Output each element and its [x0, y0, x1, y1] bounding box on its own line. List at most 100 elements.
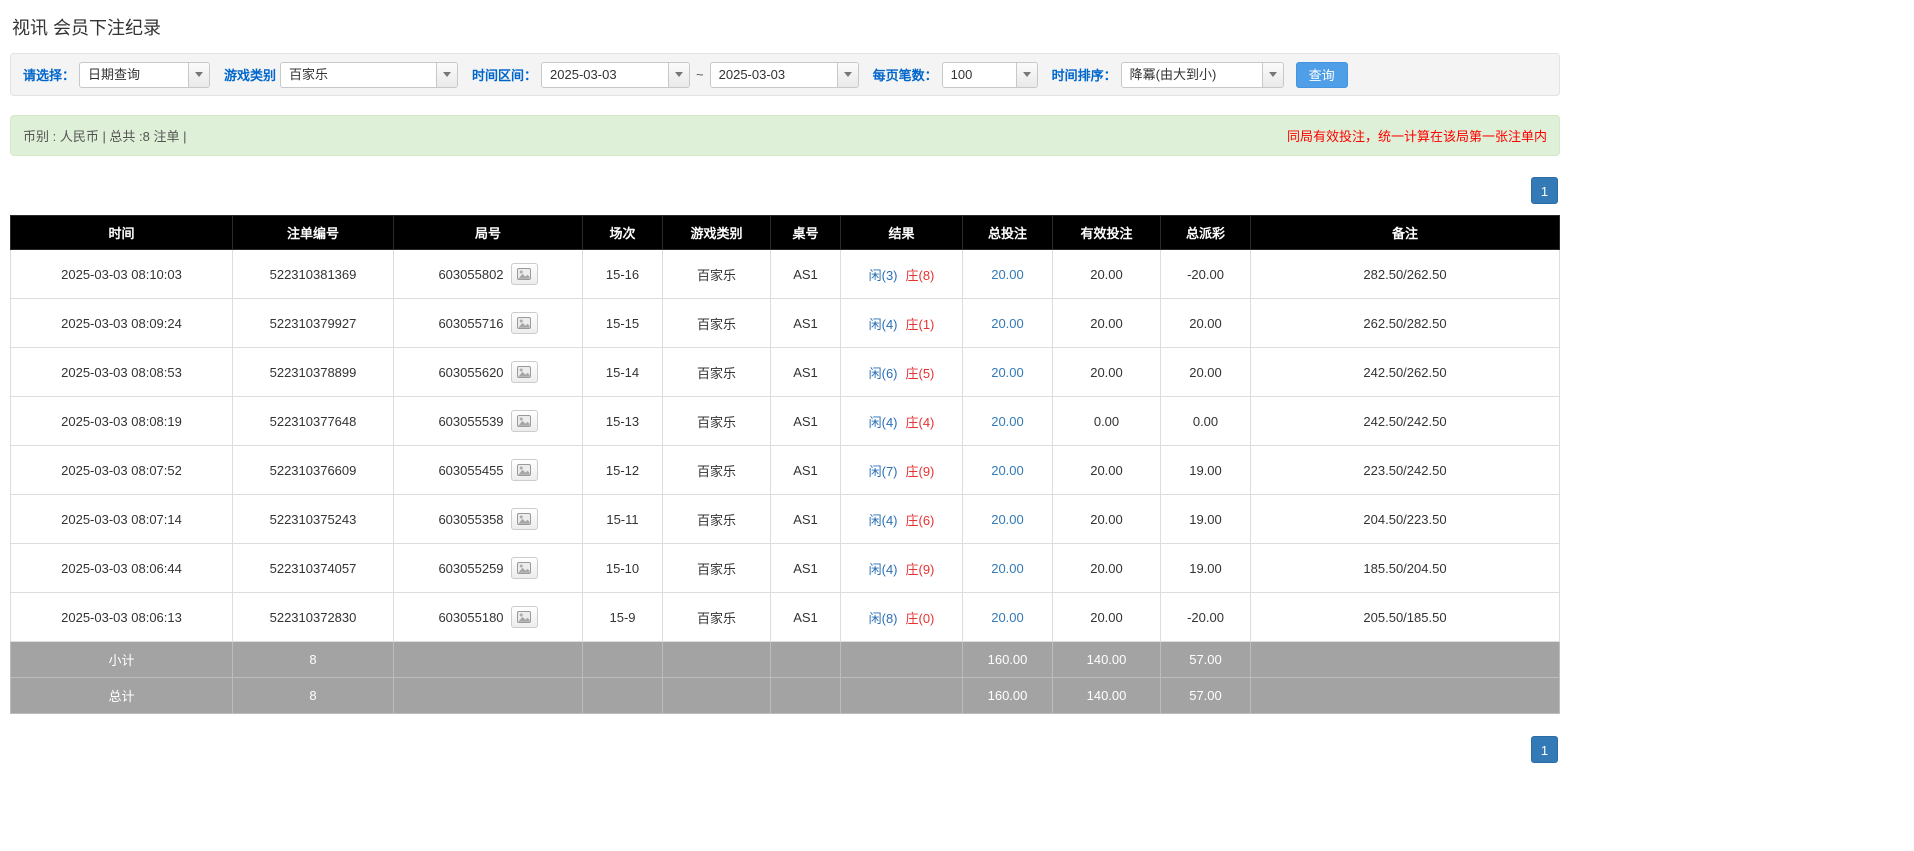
cell-result: 闲(4) 庄(6) — [840, 494, 963, 544]
cell-valid-bet: 0.00 — [1052, 396, 1161, 446]
empty-cell — [662, 677, 771, 714]
cell-result: 闲(4) 庄(9) — [840, 543, 963, 593]
page-1-button[interactable]: 1 — [1531, 736, 1558, 763]
cell-round-id: 603055620 — [393, 347, 583, 397]
select-type-label: 请选择： — [23, 68, 76, 83]
query-type-value[interactable]: 日期查询 — [80, 63, 188, 87]
date-from-select[interactable]: 2025-03-03 — [541, 61, 691, 88]
total-total-bet: 160.00 — [962, 677, 1053, 714]
column-header: 局号 — [393, 215, 583, 250]
total-bet-link[interactable]: 20.00 — [991, 316, 1024, 331]
result-player: 闲(4) — [868, 414, 898, 430]
cell-round-id: 603055180 — [393, 592, 583, 642]
result-player: 闲(4) — [868, 561, 898, 577]
cell-table-no: AS1 — [770, 396, 841, 446]
cell-payout: 20.00 — [1160, 298, 1251, 348]
subtotal-label: 小计 — [10, 641, 233, 678]
total-bet-link[interactable]: 20.00 — [991, 267, 1024, 282]
empty-cell — [393, 641, 583, 678]
result-banker: 庄(4) — [905, 414, 935, 430]
cell-game-type: 百家乐 — [662, 396, 771, 446]
date-to-value[interactable]: 2025-03-03 — [711, 63, 837, 87]
picture-icon — [517, 611, 532, 623]
sort-order-value[interactable]: 降冪(由大到小) — [1122, 63, 1262, 87]
result-player: 闲(3) — [868, 267, 898, 283]
page-size-dropdown-button[interactable] — [1015, 62, 1037, 87]
cell-payout: 19.00 — [1160, 494, 1251, 544]
table-row: 2025-03-03 08:06:13 522310372830 6030551… — [10, 592, 1560, 642]
cell-valid-bet: 20.00 — [1052, 347, 1161, 397]
total-bet-link[interactable]: 20.00 — [991, 414, 1024, 429]
cell-round-id: 603055539 — [393, 396, 583, 446]
view-round-image-button[interactable] — [510, 312, 538, 334]
cell-session: 15-15 — [582, 298, 663, 348]
cell-bet-id: 522310381369 — [232, 249, 394, 299]
cell-time: 2025-03-03 08:06:44 — [10, 543, 233, 593]
cell-game-type: 百家乐 — [662, 249, 771, 299]
cell-table-no: AS1 — [770, 298, 841, 348]
query-type-select[interactable]: 日期查询 — [79, 61, 211, 88]
total-bet-link[interactable]: 20.00 — [991, 463, 1024, 478]
date-to-select[interactable]: 2025-03-03 — [709, 61, 859, 88]
page-size-value[interactable]: 100 — [943, 63, 1016, 87]
view-round-image-button[interactable] — [510, 459, 538, 481]
game-type-dropdown-button[interactable] — [436, 62, 458, 87]
cell-round-id: 603055259 — [393, 543, 583, 593]
picture-icon — [517, 562, 532, 574]
view-round-image-button[interactable] — [510, 263, 538, 285]
view-round-image-button[interactable] — [510, 361, 538, 383]
date-to-dropdown-button[interactable] — [836, 62, 858, 87]
page-1-button[interactable]: 1 — [1531, 177, 1558, 204]
empty-cell — [770, 641, 841, 678]
total-bet-link[interactable]: 20.00 — [991, 365, 1024, 380]
cell-remark: 185.50/204.50 — [1250, 543, 1560, 593]
cell-remark: 204.50/223.50 — [1250, 494, 1560, 544]
result-player: 闲(4) — [868, 512, 898, 528]
round-id-text: 603055716 — [438, 315, 504, 331]
cell-time: 2025-03-03 08:06:13 — [10, 592, 233, 642]
cell-session: 15-14 — [582, 347, 663, 397]
sort-order-select[interactable]: 降冪(由大到小) — [1120, 61, 1284, 88]
cell-payout: 0.00 — [1160, 396, 1251, 446]
game-type-select[interactable]: 百家乐 — [280, 61, 459, 88]
cell-valid-bet: 20.00 — [1052, 543, 1161, 593]
round-id-text: 603055539 — [438, 413, 504, 429]
total-valid-bet: 140.00 — [1052, 677, 1161, 714]
view-round-image-button[interactable] — [510, 557, 538, 579]
subtotal-total-bet: 160.00 — [962, 641, 1053, 678]
total-bet-link[interactable]: 20.00 — [991, 561, 1024, 576]
page-size-select[interactable]: 100 — [941, 61, 1038, 88]
picture-icon — [517, 268, 532, 280]
empty-cell — [840, 677, 963, 714]
column-header: 结果 — [840, 215, 963, 250]
total-bet-link[interactable]: 20.00 — [991, 512, 1024, 527]
time-range-label: 时间区间： — [472, 68, 538, 83]
page-size-label: 每页笔数： — [872, 68, 938, 83]
view-round-image-button[interactable] — [510, 606, 538, 628]
view-round-image-button[interactable] — [510, 508, 538, 530]
table-row: 2025-03-03 08:07:14 522310375243 6030553… — [10, 494, 1560, 544]
result-player: 闲(8) — [868, 610, 898, 626]
cell-remark: 282.50/262.50 — [1250, 249, 1560, 299]
date-from-dropdown-button[interactable] — [668, 62, 690, 87]
sort-order-dropdown-button[interactable] — [1261, 62, 1283, 87]
date-from-value[interactable]: 2025-03-03 — [542, 63, 668, 87]
result-banker: 庄(6) — [905, 512, 935, 528]
cell-total-bet: 20.00 — [962, 543, 1053, 593]
result-banker: 庄(5) — [905, 365, 935, 381]
cell-valid-bet: 20.00 — [1052, 592, 1161, 642]
total-bet-link[interactable]: 20.00 — [991, 610, 1024, 625]
cell-table-no: AS1 — [770, 347, 841, 397]
game-type-value[interactable]: 百家乐 — [281, 63, 436, 87]
total-label: 总计 — [10, 677, 233, 714]
column-header: 场次 — [582, 215, 663, 250]
chevron-down-icon — [195, 72, 204, 77]
query-type-dropdown-button[interactable] — [188, 62, 210, 87]
table-row: 2025-03-03 08:08:19 522310377648 6030555… — [10, 396, 1560, 446]
view-round-image-button[interactable] — [510, 410, 538, 432]
table-row: 2025-03-03 08:08:53 522310378899 6030556… — [10, 347, 1560, 397]
search-button[interactable]: 查询 — [1295, 61, 1348, 88]
empty-cell — [1250, 641, 1560, 678]
cell-game-type: 百家乐 — [662, 347, 771, 397]
cell-payout: -20.00 — [1160, 592, 1251, 642]
